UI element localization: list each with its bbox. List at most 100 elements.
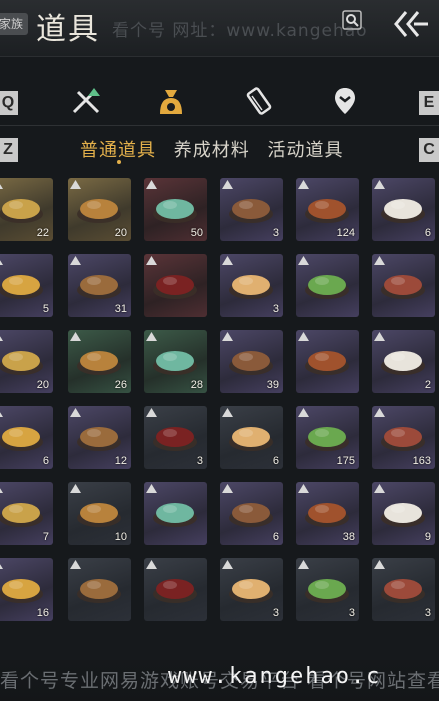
item-slot-gold-ingot[interactable]: 22 [0, 178, 53, 241]
back-arrow-icon[interactable] [390, 8, 430, 44]
watermark-url: www.kangehao.c [168, 664, 382, 689]
item-slot-vase[interactable]: 38 [296, 482, 359, 545]
item-quantity: 3 [272, 303, 279, 315]
scroll-icon[interactable] [244, 86, 274, 120]
stew-pot-icon [381, 351, 425, 375]
stir-fry-icon [0, 351, 43, 375]
item-slot-egg-plate[interactable]: 3 [220, 254, 283, 317]
item-slot-porridge[interactable]: 6 [220, 482, 283, 545]
item-quantity: 50 [190, 227, 203, 239]
item-category-icon [0, 488, 3, 493]
item-slot-gourd[interactable]: 9 [372, 482, 435, 545]
item-slot-okra-plate[interactable] [296, 254, 359, 317]
item-slot-letter[interactable]: 3 [220, 558, 283, 621]
key-c[interactable]: C [419, 138, 439, 162]
sliced-sausage-icon [0, 503, 43, 527]
item-quantity: 28 [190, 379, 203, 391]
item-slot-fried-fish[interactable]: 31 [68, 254, 131, 317]
item-slot-meat-plate[interactable]: 28 [144, 330, 207, 393]
key-e[interactable]: E [419, 91, 439, 115]
item-slot-coin[interactable]: 20 [68, 178, 131, 241]
money-bag-icon[interactable] [156, 86, 186, 122]
item-quantity: 163 [412, 455, 431, 467]
item-category-icon [70, 408, 81, 417]
key-q[interactable]: Q [0, 91, 18, 115]
tab-divider [0, 125, 439, 126]
item-slot-fabric-teal[interactable] [68, 558, 131, 621]
item-category-icon [222, 332, 233, 341]
item-slot-braised-pork[interactable] [296, 330, 359, 393]
item-category-icon [0, 336, 3, 341]
item-slot-stuffed-bun[interactable]: 16 [0, 558, 53, 621]
item-slot-wine-jar[interactable] [144, 254, 207, 317]
item-slot-braised-dish[interactable]: 3 [220, 178, 283, 241]
item-category-icon [298, 256, 309, 265]
letter-3-icon [381, 579, 425, 603]
item-slot-soup-bowl[interactable]: 5 [0, 254, 53, 317]
key-z[interactable]: Z [0, 138, 18, 162]
noodles-icon [153, 427, 197, 451]
item-slot-stir-fry[interactable]: 20 [0, 330, 53, 393]
item-slot-noodle-soup[interactable] [144, 482, 207, 545]
item-category-icon [222, 180, 233, 189]
item-quantity: 6 [272, 455, 279, 467]
item-slot-meat-dish[interactable]: 6 [0, 406, 53, 469]
tab-growth-materials[interactable]: 养成材料 [174, 136, 250, 162]
item-slot-stew-pot[interactable]: 2 [372, 330, 435, 393]
search-icon[interactable] [340, 8, 364, 36]
item-quantity: 22 [36, 227, 49, 239]
item-slot-noodles[interactable]: 3 [144, 406, 207, 469]
item-slot-noodle-pot[interactable]: 26 [68, 330, 131, 393]
crossed-swords-icon[interactable] [70, 86, 102, 120]
item-quantity: 2 [424, 379, 431, 391]
item-slot-letter-2[interactable]: 3 [296, 558, 359, 621]
item-slot-steamed-bun[interactable]: 10 [68, 482, 131, 545]
vase-icon [305, 503, 349, 527]
sub-tab-bar: 普通道具 养成材料 活动道具 [80, 136, 355, 162]
item-category-icon [70, 560, 81, 569]
item-quantity: 175 [336, 455, 355, 467]
item-quantity: 16 [36, 607, 49, 619]
item-slot-buns[interactable]: 6 [372, 178, 435, 241]
item-quantity: 3 [348, 607, 355, 619]
item-quantity: 3 [196, 455, 203, 467]
item-quantity: 124 [336, 227, 355, 239]
item-slot-noodles-2[interactable]: 6 [220, 406, 283, 469]
item-category-icon [146, 408, 157, 417]
letter-2-icon [305, 579, 349, 603]
top-bar: 家族 道具 看个号 网址：www.kangehao [0, 0, 439, 57]
tab-common-items[interactable]: 普通道具 [80, 136, 156, 162]
item-category-icon [146, 180, 157, 189]
item-category-icon [298, 484, 309, 493]
item-slot-meatballs[interactable]: 12 [68, 406, 131, 469]
item-category-icon [146, 560, 157, 569]
item-quantity: 6 [272, 531, 279, 543]
fabric-teal-icon [77, 579, 121, 603]
item-slot-chestnuts[interactable]: 39 [220, 330, 283, 393]
item-slot-dumplings[interactable]: 163 [372, 406, 435, 469]
fried-fish-icon [77, 275, 121, 299]
location-pin-icon[interactable] [332, 86, 358, 120]
item-slot-letter-3[interactable]: 3 [372, 558, 435, 621]
item-slot-clay-pot-dish[interactable]: 124 [296, 178, 359, 241]
item-quantity: 9 [424, 531, 431, 543]
buns-icon [381, 199, 425, 223]
item-slot-sliced-sausage[interactable]: 7 [0, 482, 53, 545]
item-quantity: 31 [114, 303, 127, 315]
jade-icon [153, 199, 197, 223]
item-category-icon [298, 408, 309, 417]
item-slot-fabric-orange[interactable] [144, 558, 207, 621]
item-slot-sausage[interactable] [372, 254, 435, 317]
tab-event-items[interactable]: 活动道具 [267, 136, 343, 162]
braised-dish-icon [229, 199, 273, 223]
item-slot-beef-pot[interactable]: 175 [296, 406, 359, 469]
item-quantity: 12 [114, 455, 127, 467]
chestnuts-icon [229, 351, 273, 375]
item-quantity: 6 [424, 227, 431, 239]
family-badge: 家族 [0, 13, 28, 35]
item-category-icon [222, 408, 233, 417]
item-slot-jade[interactable]: 50 [144, 178, 207, 241]
item-category-icon [374, 408, 385, 417]
meat-plate-icon [153, 351, 197, 375]
steamed-bun-icon [77, 503, 121, 527]
